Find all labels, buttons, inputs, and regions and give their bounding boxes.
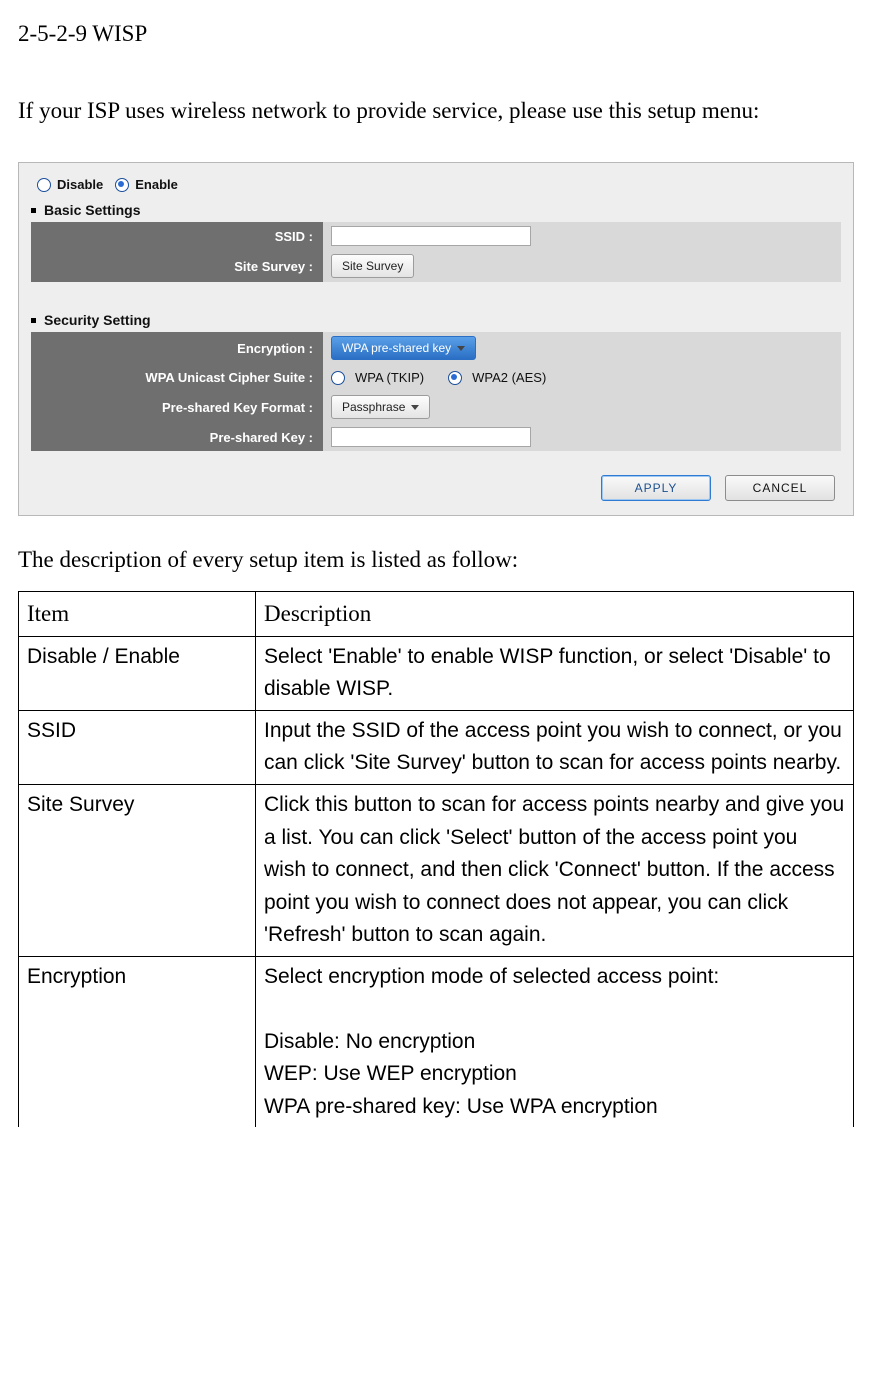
encryption-row: Encryption : WPA pre-shared key <box>31 332 841 364</box>
site-survey-row: Site Survey : Site Survey <box>31 250 841 282</box>
apply-button[interactable]: APPLY <box>601 475 711 501</box>
description-table: Item Description Disable / Enable Select… <box>18 591 854 1127</box>
table-row: Site Survey <box>19 784 256 956</box>
cipher-row: WPA Unicast Cipher Suite : WPA (TKIP) WP… <box>31 364 841 391</box>
psk-input[interactable] <box>331 427 531 447</box>
psk-format-select[interactable]: Passphrase <box>331 395 430 419</box>
disable-radio[interactable] <box>37 178 51 192</box>
encryption-select-value: WPA pre-shared key <box>342 341 451 355</box>
chevron-down-icon <box>457 346 465 351</box>
cancel-button[interactable]: CANCEL <box>725 475 835 501</box>
disable-label: Disable <box>57 177 103 192</box>
security-setting-header: Security Setting <box>31 312 841 328</box>
tkip-radio[interactable] <box>331 371 345 385</box>
enable-disable-row: Disable Enable <box>37 177 841 192</box>
psk-format-label: Pre-shared Key Format : <box>31 391 323 423</box>
ssid-input[interactable] <box>331 226 531 246</box>
intro-paragraph: If your ISP uses wireless network to pro… <box>18 95 854 126</box>
security-setting-label: Security Setting <box>44 312 151 328</box>
action-buttons-row: APPLY CANCEL <box>31 475 841 501</box>
table-head-item: Item <box>19 592 256 637</box>
psk-label: Pre-shared Key : <box>31 423 323 451</box>
table-row: Input the SSID of the access point you w… <box>256 710 854 784</box>
aes-label: WPA2 (AES) <box>472 370 546 385</box>
enable-radio[interactable] <box>115 178 129 192</box>
table-row: Disable / Enable <box>19 636 256 710</box>
tkip-label: WPA (TKIP) <box>355 370 424 385</box>
table-row: Select 'Enable' to enable WISP function,… <box>256 636 854 710</box>
psk-format-value: Passphrase <box>342 400 405 414</box>
cipher-label: WPA Unicast Cipher Suite : <box>31 364 323 391</box>
chevron-down-icon <box>411 405 419 410</box>
table-head-desc: Description <box>256 592 854 637</box>
section-title: 2-5-2-9 WISP <box>18 18 854 49</box>
psk-row: Pre-shared Key : <box>31 423 841 451</box>
encryption-select[interactable]: WPA pre-shared key <box>331 336 476 360</box>
basic-settings-label: Basic Settings <box>44 202 140 218</box>
bullet-icon <box>31 318 36 323</box>
enable-label: Enable <box>135 177 178 192</box>
ssid-label: SSID : <box>31 222 323 250</box>
ssid-row: SSID : <box>31 222 841 250</box>
desc-lead: The description of every setup item is l… <box>18 544 854 575</box>
encryption-label: Encryption : <box>31 332 323 364</box>
table-row: Select encryption mode of selected acces… <box>256 956 854 1127</box>
basic-settings-header: Basic Settings <box>31 202 841 218</box>
bullet-icon <box>31 208 36 213</box>
router-settings-screenshot: Disable Enable Basic Settings SSID : Sit… <box>18 162 854 516</box>
psk-format-row: Pre-shared Key Format : Passphrase <box>31 391 841 423</box>
aes-radio[interactable] <box>448 371 462 385</box>
site-survey-button[interactable]: Site Survey <box>331 254 414 278</box>
table-row: Encryption <box>19 956 256 1127</box>
site-survey-label: Site Survey : <box>31 250 323 282</box>
table-row: SSID <box>19 710 256 784</box>
table-row: Click this button to scan for access poi… <box>256 784 854 956</box>
